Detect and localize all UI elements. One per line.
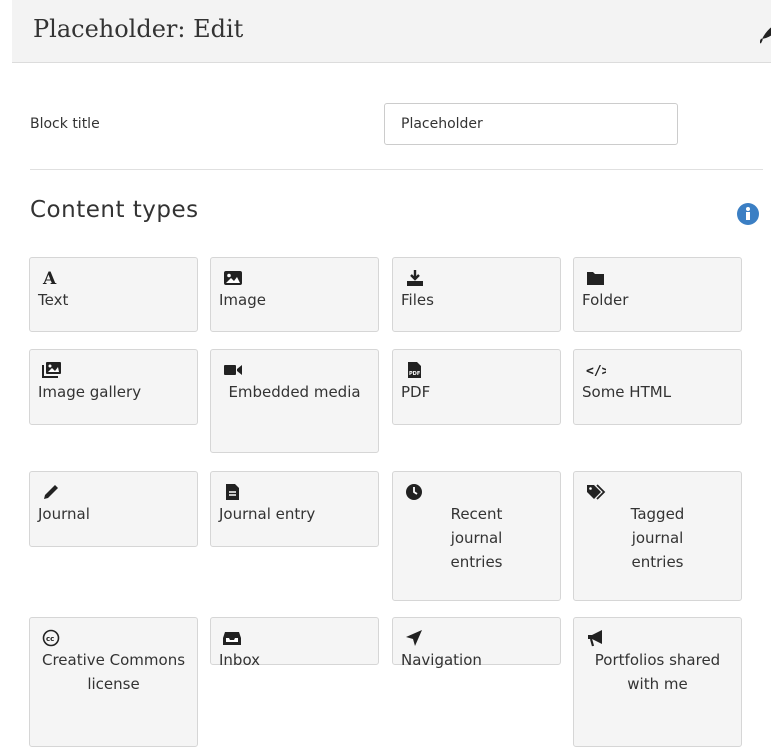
content-type-label: Inbox: [219, 651, 261, 669]
content-type-label: Recent journal entries: [450, 505, 503, 571]
location-arrow-icon: [405, 629, 425, 647]
content-type-embedded-media[interactable]: Embedded media: [210, 349, 379, 453]
content-type-image-gallery[interactable]: Image gallery: [29, 349, 198, 425]
content-type-label: Journal entry: [219, 505, 316, 523]
code-icon: </>: [586, 361, 606, 379]
panel-header: Placeholder: Edit: [12, 0, 771, 63]
content-type-pdf[interactable]: PDF PDF: [392, 349, 561, 425]
content-type-label: Image gallery: [38, 383, 142, 401]
panel-title: Placeholder: Edit: [33, 15, 244, 43]
download-icon: [405, 269, 425, 287]
content-type-image[interactable]: Image: [210, 257, 379, 332]
info-circle-icon[interactable]: [737, 203, 759, 225]
content-type-folder[interactable]: Folder: [573, 257, 742, 332]
svg-text:PDF: PDF: [409, 371, 420, 377]
document-icon: [223, 483, 243, 501]
pencil-icon: [42, 483, 62, 501]
content-type-label: Navigation: [401, 651, 482, 669]
content-type-some-html[interactable]: </> Some HTML: [573, 349, 742, 425]
content-type-recent-journal-entries[interactable]: Recent journal entries: [392, 471, 561, 601]
content-type-label: Creative Commons license: [41, 651, 186, 693]
video-camera-icon: [223, 361, 243, 379]
svg-text:cc: cc: [46, 635, 54, 643]
content-types-heading: Content types: [30, 197, 199, 223]
content-type-label: Text: [38, 291, 69, 309]
content-type-navigation[interactable]: Navigation: [392, 617, 561, 669]
content-type-label: Folder: [582, 291, 629, 309]
content-type-text[interactable]: A Text: [29, 257, 198, 332]
bullhorn-icon: [586, 629, 606, 647]
pdf-icon: PDF: [405, 361, 425, 379]
svg-text:A: A: [42, 269, 57, 287]
inbox-icon: [223, 629, 243, 647]
content-type-label: Files: [401, 291, 434, 309]
folder-icon: [586, 269, 606, 287]
image-icon: [223, 269, 243, 287]
block-title-label: Block title: [30, 116, 100, 132]
content-type-journal[interactable]: Journal: [29, 471, 198, 547]
content-type-portfolios-shared-with-me[interactable]: Portfolios shared with me: [573, 617, 742, 747]
divider: [30, 169, 763, 170]
tags-icon: [586, 483, 606, 501]
content-type-label: Tagged journal entries: [630, 505, 685, 571]
content-type-label: Portfolios shared with me: [594, 651, 721, 693]
clock-icon: [405, 483, 425, 501]
svg-text:</>: </>: [586, 364, 606, 379]
content-type-journal-entry[interactable]: Journal entry: [210, 471, 379, 547]
content-type-tagged-journal-entries[interactable]: Tagged journal entries: [573, 471, 742, 601]
image-gallery-icon: [42, 361, 62, 379]
content-type-label: Journal: [38, 505, 90, 523]
content-type-label: PDF: [401, 383, 431, 401]
content-type-creative-commons-license[interactable]: cc Creative Commons license: [29, 617, 198, 747]
block-title-input[interactable]: [384, 103, 678, 145]
text-icon: A: [42, 269, 62, 287]
content-type-label: Embedded media: [228, 383, 361, 401]
creative-commons-icon: cc: [42, 629, 62, 647]
content-type-inbox[interactable]: Inbox: [210, 617, 379, 669]
content-type-label: Some HTML: [582, 383, 672, 401]
content-type-files[interactable]: Files: [392, 257, 561, 332]
feather-pen-icon[interactable]: [760, 17, 771, 45]
content-type-label: Image: [219, 291, 266, 309]
